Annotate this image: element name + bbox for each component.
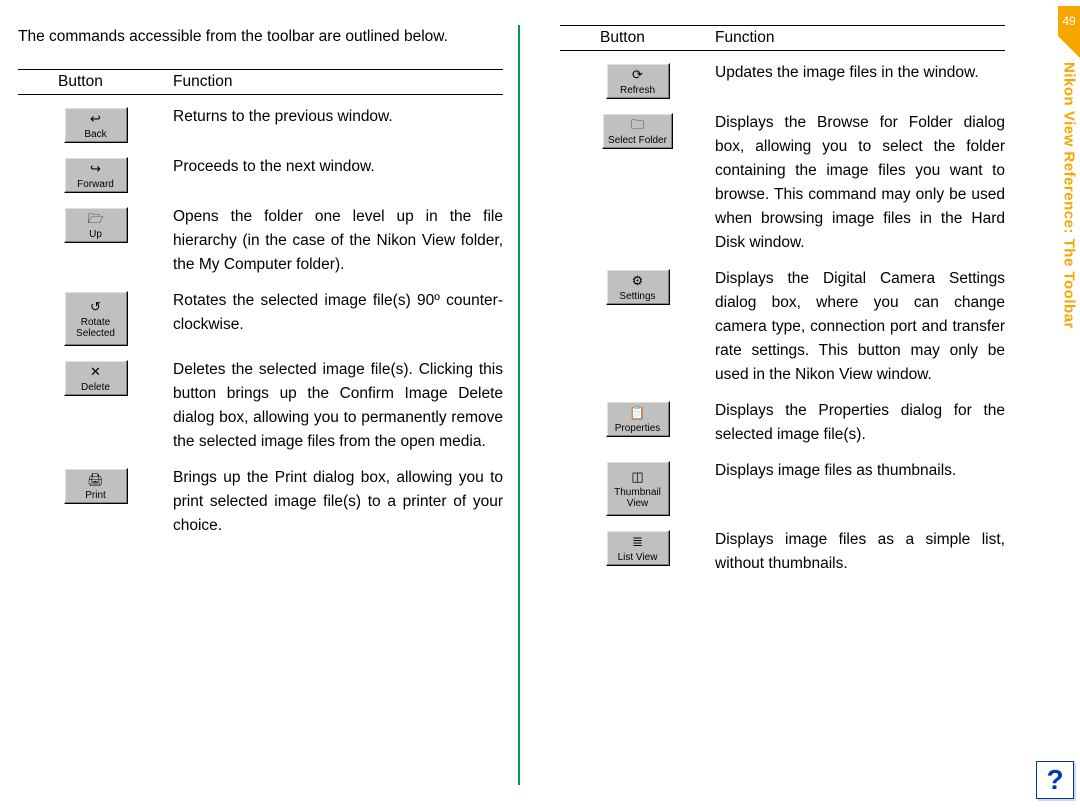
table-row: 🖨 Print Brings up the Print dialog box, a… <box>18 466 503 538</box>
function-text: Displays the Browse for Folder dialog bo… <box>715 111 1005 255</box>
table-header: Button Function <box>18 69 503 95</box>
button-label: Up <box>89 229 102 240</box>
right-table: Button Function ⟳ Refresh Updates the ima… <box>560 25 1005 576</box>
table-header: Button Function <box>560 25 1005 51</box>
delete-icon: ✕ <box>90 364 101 380</box>
help-icon[interactable]: ? <box>1036 761 1074 799</box>
gear-icon: ⚙ <box>632 273 644 289</box>
thumbnail-icon: ◫ <box>631 469 643 485</box>
button-label: Refresh <box>620 85 655 96</box>
settings-button[interactable]: ⚙ Settings <box>606 269 670 305</box>
table-row: ⟳ Refresh Updates the image files in the … <box>560 61 1005 99</box>
table-row: 🗁 Up Opens the folder one level up in the… <box>18 205 503 277</box>
table-row: ⚙ Settings Displays the Digital Camera Se… <box>560 267 1005 387</box>
forward-button[interactable]: ↪ Forward <box>64 157 128 193</box>
refresh-icon: ⟳ <box>632 67 643 83</box>
table-row: ◫ Thumbnail View Displays image files as … <box>560 459 1005 516</box>
print-button[interactable]: 🖨 Print <box>64 468 128 504</box>
button-label: Forward <box>77 179 114 190</box>
folder-icon: 🗀 <box>631 117 644 133</box>
select-folder-button[interactable]: 🗀 Select Folder <box>602 113 673 149</box>
forward-icon: ↪ <box>90 161 101 177</box>
function-text: Displays the Digital Camera Settings dia… <box>715 267 1005 387</box>
printer-icon: 🖨 <box>87 472 104 488</box>
header-function: Function <box>715 29 1005 47</box>
left-table: Button Function ↩ Back Returns to the pre… <box>18 69 503 538</box>
properties-button[interactable]: 📋 Properties <box>606 401 670 437</box>
up-button[interactable]: 🗁 Up <box>64 207 128 243</box>
table-row: ↩ Back Returns to the previous window. <box>18 105 503 143</box>
button-label: Thumbnail View <box>614 487 661 509</box>
page-body: The commands accessible from the toolbar… <box>0 0 1080 760</box>
button-label: Delete <box>81 382 110 393</box>
table-row: ↺ Rotate Selected Rotates the selected im… <box>18 289 503 346</box>
button-label: Select Folder <box>608 135 667 146</box>
table-row: 📋 Properties Displays the Properties dial… <box>560 399 1005 447</box>
function-text: Returns to the previous window. <box>173 105 503 143</box>
left-column: The commands accessible from the toolbar… <box>18 25 518 760</box>
table-row: ↪ Forward Proceeds to the next window. <box>18 155 503 193</box>
header-function: Function <box>173 73 503 91</box>
button-label: Rotate Selected <box>76 317 115 339</box>
page-number-tab: 49 <box>1058 6 1080 36</box>
back-icon: ↩ <box>90 111 101 127</box>
function-text: Displays the Properties dialog for the s… <box>715 399 1005 447</box>
header-button: Button <box>18 73 173 91</box>
delete-button[interactable]: ✕ Delete <box>64 360 128 396</box>
button-label: Properties <box>615 423 661 434</box>
function-text: Displays image files as thumbnails. <box>715 459 1005 516</box>
button-label: Print <box>85 490 106 501</box>
tab-triangle <box>1058 36 1080 58</box>
list-view-button[interactable]: ≣ List View <box>606 530 670 566</box>
table-row: 🗀 Select Folder Displays the Browse for F… <box>560 111 1005 255</box>
function-text: Opens the folder one level up in the fil… <box>173 205 503 277</box>
function-text: Deletes the selected image file(s). Clic… <box>173 358 503 454</box>
function-text: Proceeds to the next window. <box>173 155 503 193</box>
function-text: Updates the image files in the window. <box>715 61 1005 99</box>
section-title-vertical: Nikon View Reference: The Toolbar <box>1058 62 1080 402</box>
back-button[interactable]: ↩ Back <box>64 107 128 143</box>
right-column: Button Function ⟳ Refresh Updates the ima… <box>520 25 1020 760</box>
folder-up-icon: 🗁 <box>87 211 103 227</box>
list-icon: ≣ <box>632 534 643 550</box>
table-row: ≣ List View Displays image files as a sim… <box>560 528 1005 576</box>
intro-text: The commands accessible from the toolbar… <box>18 25 503 49</box>
button-label: Settings <box>619 291 655 302</box>
thumbnail-view-button[interactable]: ◫ Thumbnail View <box>606 461 670 516</box>
header-button: Button <box>560 29 715 47</box>
properties-icon: 📋 <box>629 405 645 421</box>
rotate-icon: ↺ <box>90 299 101 315</box>
refresh-button[interactable]: ⟳ Refresh <box>606 63 670 99</box>
table-row: ✕ Delete Deletes the selected image file(… <box>18 358 503 454</box>
function-text: Rotates the selected image file(s) 90º c… <box>173 289 503 346</box>
rotate-button[interactable]: ↺ Rotate Selected <box>64 291 128 346</box>
button-label: Back <box>84 129 106 140</box>
function-text: Displays image files as a simple list, w… <box>715 528 1005 576</box>
button-label: List View <box>618 552 658 563</box>
function-text: Brings up the Print dialog box, allowing… <box>173 466 503 538</box>
